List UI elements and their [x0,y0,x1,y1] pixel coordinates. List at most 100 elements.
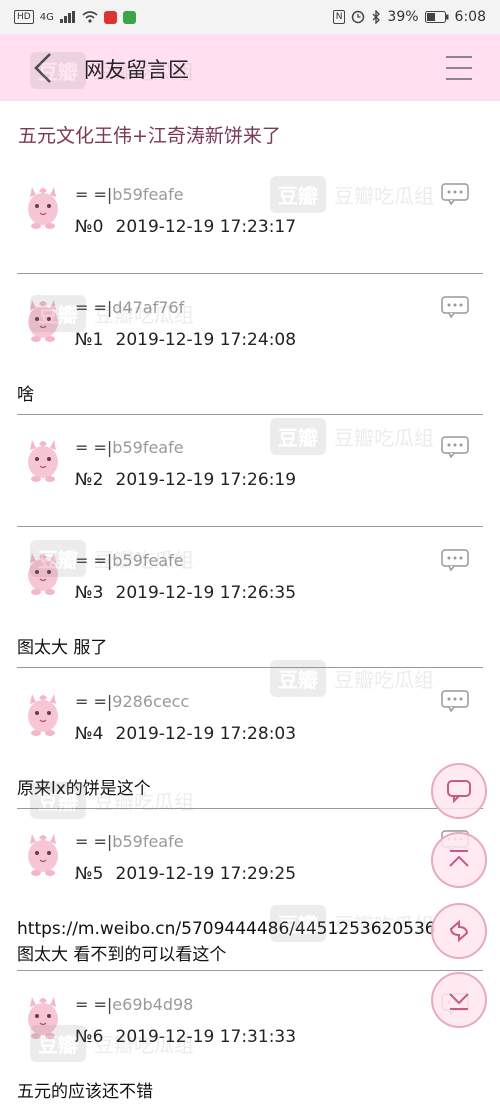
reply-icon[interactable] [441,436,469,459]
reply-icon[interactable] [441,183,469,206]
comment-number: №2 [75,470,104,490]
comment-text: https://m.weibo.cn/5709444486/4451253620… [17,919,436,939]
avatar[interactable] [22,292,64,344]
comment-divider [17,970,483,971]
arrow-up-bar-icon [449,850,469,867]
comment-number: №3 [75,583,104,603]
watermark-text: 豆瓣吃瓜组 [334,184,434,208]
signal-icon [59,11,75,23]
avatar[interactable] [22,545,64,597]
avatar[interactable] [22,989,64,1041]
comment-meta: №4 2019-12-19 17:28:03 [75,724,296,744]
avatar-image [28,694,58,736]
avatar-image [28,300,58,342]
watermark: 豆瓣豆瓣吃瓜组 [270,418,434,455]
comment-timestamp: 2019-12-19 17:31:33 [115,1027,297,1047]
alarm-icon [352,10,365,24]
comment-username[interactable]: = =|d47af76f [75,298,184,317]
refresh-button[interactable] [431,903,487,959]
comment-meta: №2 2019-12-19 17:26:19 [75,470,296,490]
comment-divider [17,667,483,668]
comment-text: 图太大 服了 [17,638,108,658]
arrow-down-bar-icon [449,993,469,1010]
reply-icon[interactable] [441,549,469,572]
comment-username[interactable]: = =|9286cecc [75,692,189,711]
comment-number: №5 [75,864,104,884]
username-prefix: = =| [75,438,113,457]
username-prefix: = =| [75,298,113,317]
menu-icon[interactable] [446,56,472,80]
reply-icon[interactable] [441,296,469,319]
status-right: N 39% 6:08 [332,9,486,25]
user-id: 9286cecc [112,692,190,711]
comment-username[interactable]: = =|b59feafe [75,551,184,570]
comment-timestamp: 2019-12-19 17:29:25 [115,864,297,884]
status-left: HD 4G [14,10,136,24]
comment-number: №6 [75,1027,104,1047]
watermark-logo: 豆瓣 [270,176,326,213]
user-id: b59feafe [112,551,184,570]
speech-bubble-icon [447,780,471,803]
comment-timestamp: 2019-12-19 17:26:19 [115,470,297,490]
hd-icon: HD [14,10,34,24]
comment-divider [17,273,483,274]
comment-timestamp: 2019-12-19 17:24:08 [115,330,297,350]
battery-icon [424,11,449,23]
comment-username[interactable]: = =|b59feafe [75,832,184,851]
app-header: 网友留言区 [0,34,500,101]
comment-username[interactable]: = =|b59feafe [75,438,184,457]
username-prefix: = =| [75,832,113,851]
nfc-icon: N [332,10,346,24]
user-id: d47af76f [112,298,185,317]
user-id: b59feafe [112,438,184,457]
scroll-top-button[interactable] [431,832,487,888]
watermark: 豆瓣豆瓣吃瓜组 [270,660,434,697]
comment-button[interactable] [431,763,487,819]
comment-timestamp: 2019-12-19 17:26:35 [115,583,297,603]
article-title: 五元文化王伟+江奇涛新饼来了 [18,125,281,147]
comment-text: 啥 [17,385,34,405]
username-prefix: = =| [75,995,113,1014]
avatar[interactable] [22,179,64,231]
reply-icon[interactable] [441,690,469,713]
avatar[interactable] [22,826,64,878]
wifi-icon [82,11,98,23]
comment-timestamp: 2019-12-19 17:28:03 [115,724,297,744]
comment-meta: №0 2019-12-19 17:23:17 [75,217,296,237]
bluetooth-icon [372,10,381,24]
user-id: b59feafe [112,832,184,851]
watermark-text: 豆瓣吃瓜组 [334,426,434,450]
username-prefix: = =| [75,185,113,204]
comment-username[interactable]: = =|e69b4d98 [75,995,193,1014]
status-bar: HD 4G N 39% 6:08 [0,0,500,34]
avatar[interactable] [22,432,64,484]
comment-number: №0 [75,217,104,237]
avatar[interactable] [22,686,64,738]
comment-username[interactable]: = =|b59feafe [75,185,184,204]
avatar-image [28,440,58,482]
scroll-bottom-button[interactable] [431,972,487,1028]
refresh-icon [450,919,468,943]
comment-divider [17,526,483,527]
avatar-image [28,553,58,595]
comment-meta: №5 2019-12-19 17:29:25 [75,864,296,884]
comment-meta: №3 2019-12-19 17:26:35 [75,583,296,603]
back-arrow-icon[interactable] [30,50,60,86]
comment-meta: №6 2019-12-19 17:31:33 [75,1027,296,1047]
user-id: e69b4d98 [112,995,194,1014]
clock: 6:08 [454,9,486,25]
app-notification-icon [103,10,117,24]
comment-text: 图太大 看不到的可以看这个 [17,945,227,965]
avatar-image [28,997,58,1039]
network-label: 4G [39,11,54,23]
comment-meta: №1 2019-12-19 17:24:08 [75,330,296,350]
page-title: 网友留言区 [84,58,189,82]
play-store-icon [122,10,136,24]
battery-percent: 39% [387,9,419,25]
comment-text: 原来lx的饼是这个 [17,779,151,799]
watermark-logo: 豆瓣 [270,418,326,455]
watermark: 豆瓣豆瓣吃瓜组 [270,176,434,213]
comment-divider [17,808,483,809]
avatar-image [28,187,58,229]
comment-number: №4 [75,724,104,744]
